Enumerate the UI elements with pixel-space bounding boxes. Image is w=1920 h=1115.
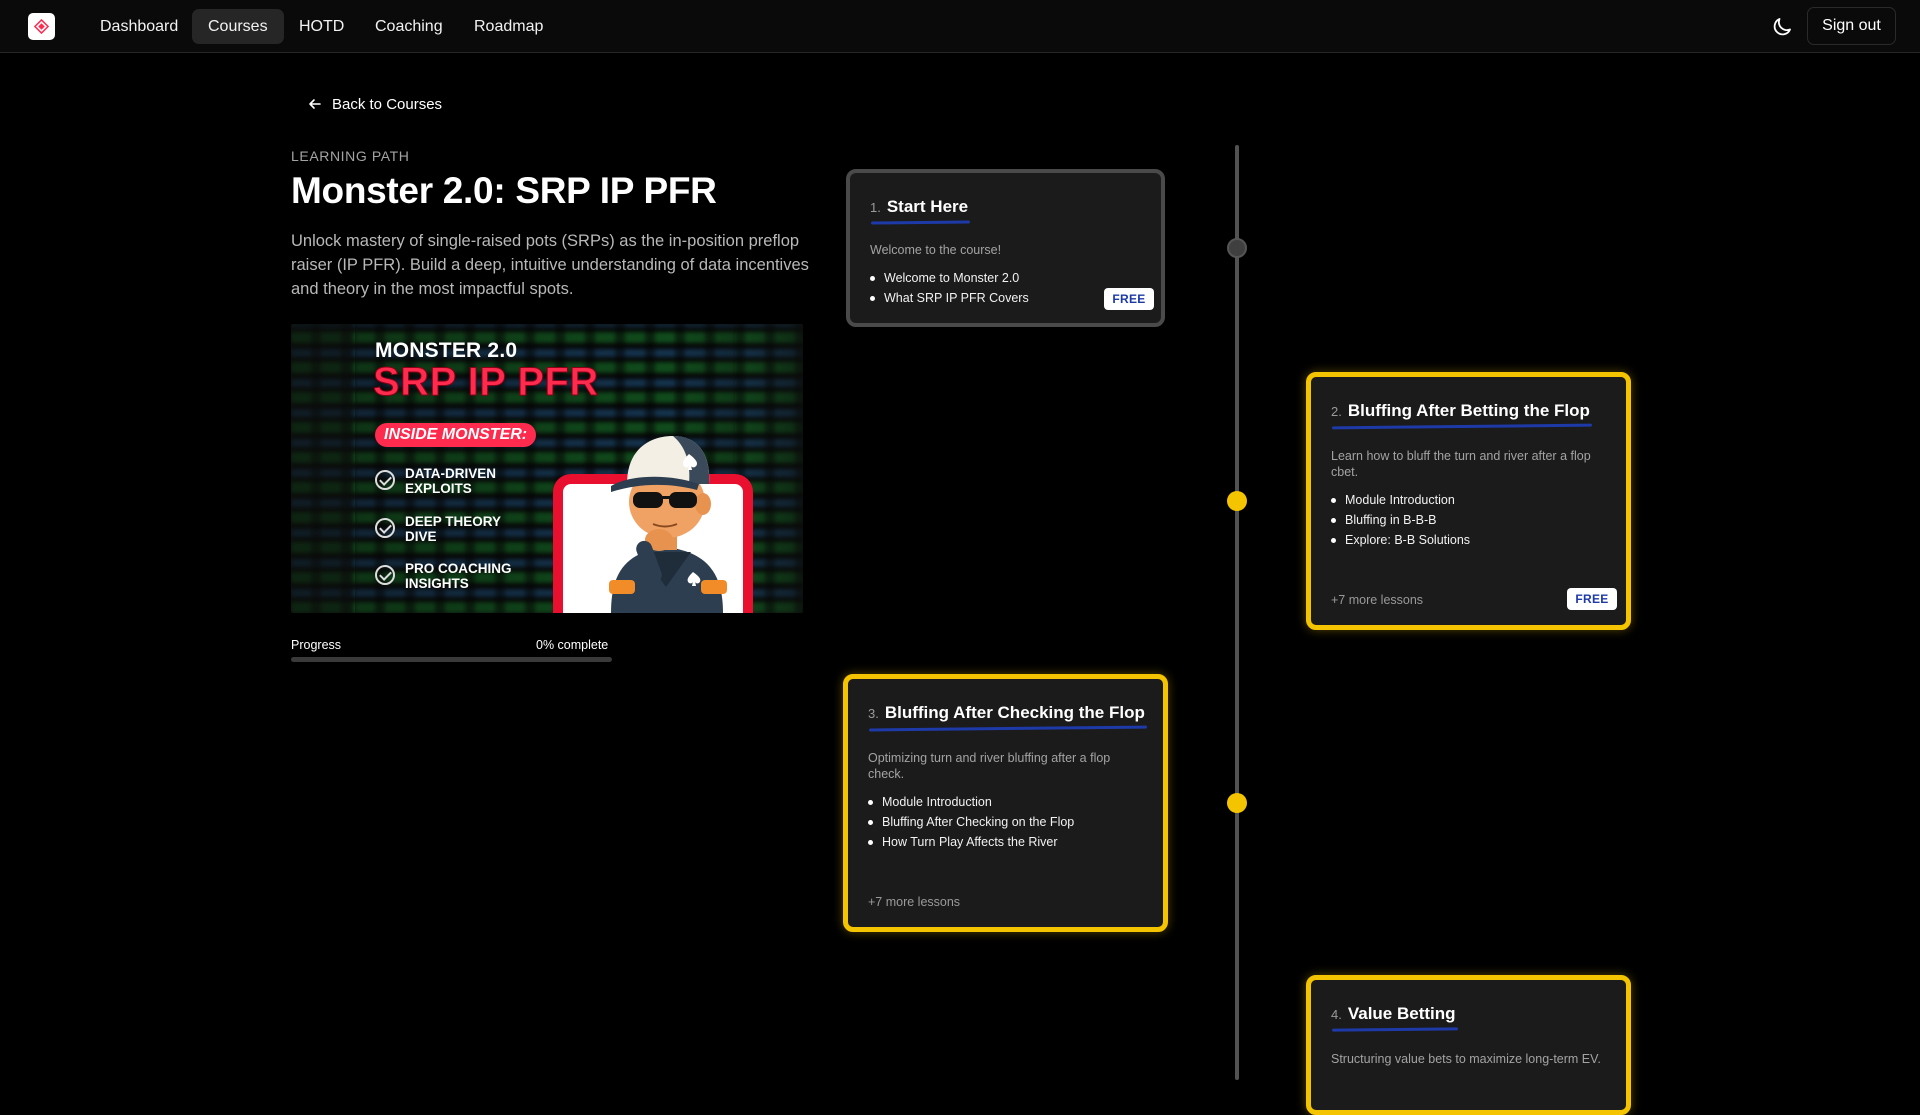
top-nav: Dashboard Courses HOTD Coaching Roadmap …	[0, 0, 1920, 53]
progress-label: Progress	[291, 638, 342, 652]
check-badge-icon	[375, 470, 395, 490]
module-description: Structuring value bets to maximize long-…	[1331, 1052, 1601, 1066]
back-label: Back to Courses	[332, 95, 443, 113]
lesson-item[interactable]: Welcome to Monster 2.0	[870, 268, 1029, 288]
check-badge-icon	[375, 518, 395, 538]
app-logo[interactable]	[28, 13, 55, 40]
lesson-item[interactable]: Module Introduction	[868, 792, 1074, 812]
module-card-start-here[interactable]: 1. Start Here Welcome to the course! Wel…	[846, 169, 1165, 327]
mascot-illustration	[609, 436, 727, 613]
module-description: Welcome to the course!	[870, 243, 1002, 257]
module-title: Value Betting	[1347, 1004, 1456, 1023]
moon-icon	[1773, 18, 1791, 36]
module-card-bluffing-after-checking[interactable]: 3. Bluffing After Checking the Flop Opti…	[843, 674, 1168, 932]
timeline-node	[1227, 491, 1247, 511]
back-to-courses-link[interactable]: Back to Courses	[308, 94, 442, 114]
arrow-left-icon	[309, 99, 321, 109]
sign-out-button[interactable]: Sign out	[1807, 7, 1896, 45]
free-badge: FREE	[1104, 288, 1154, 310]
learning-path-eyebrow: LEARNING PATH	[291, 148, 410, 164]
lesson-item[interactable]: What SRP IP PFR Covers	[870, 288, 1029, 308]
lesson-item[interactable]: Bluffing After Checking on the Flop	[868, 812, 1074, 832]
check-badge-icon	[375, 565, 395, 585]
lesson-item[interactable]: Module Introduction	[1331, 490, 1470, 510]
logo-icon	[34, 19, 49, 34]
nav-courses[interactable]: Courses	[192, 9, 284, 44]
nav-coaching[interactable]: Coaching	[359, 9, 459, 44]
lesson-item[interactable]: Explore: B-B Solutions	[1331, 530, 1470, 550]
module-card-value-betting[interactable]: 4. Value Betting Structuring value bets …	[1306, 975, 1631, 1115]
module-lessons: Module Introduction Bluffing in B-B-B Ex…	[1331, 490, 1470, 550]
nav-hotd[interactable]: HOTD	[283, 9, 360, 44]
hero-feature: DEEP THEORY DIVE	[375, 514, 525, 544]
module-number: 3.	[868, 706, 879, 721]
module-title: Bluffing After Checking the Flop	[884, 703, 1145, 722]
module-card-bluffing-after-betting[interactable]: 2. Bluffing After Betting the Flop Learn…	[1306, 372, 1631, 630]
hero-feature: DATA-DRIVEN EXPLOITS	[375, 466, 525, 496]
nav-dashboard[interactable]: Dashboard	[84, 9, 194, 44]
theme-toggle-button[interactable]	[1770, 15, 1794, 39]
module-lessons: Module Introduction Bluffing After Check…	[868, 792, 1074, 852]
timeline-spine	[1235, 145, 1239, 1080]
course-hero-image: MONSTER 2.0 SRP IP PFR INSIDE MONSTER: D…	[291, 324, 803, 613]
module-number: 2.	[1331, 404, 1342, 419]
hero-feature: PRO COACHING INSIGHTS	[375, 561, 525, 591]
progress-percent: 0% complete	[536, 638, 609, 652]
timeline-node	[1227, 238, 1247, 258]
free-badge: FREE	[1567, 588, 1617, 610]
hero-pill: INSIDE MONSTER:	[375, 423, 537, 447]
more-lessons-link[interactable]: +7 more lessons	[868, 895, 960, 909]
module-title: Start Here	[886, 197, 969, 216]
nav-roadmap[interactable]: Roadmap	[458, 9, 559, 44]
lesson-item[interactable]: Bluffing in B-B-B	[1331, 510, 1470, 530]
module-description: Learn how to bluff the turn and river af…	[1331, 449, 1591, 479]
lesson-item[interactable]: How Turn Play Affects the River	[868, 832, 1074, 852]
module-description: Optimizing turn and river bluffing after…	[868, 751, 1111, 781]
course-description: Unlock mastery of single-raised pots (SR…	[291, 232, 809, 298]
module-number: 1.	[870, 200, 881, 215]
page-title: Monster 2.0: SRP IP PFR	[291, 170, 717, 211]
more-lessons-link[interactable]: +7 more lessons	[1331, 593, 1423, 607]
progress-bar	[291, 657, 612, 662]
timeline-node	[1227, 793, 1247, 813]
module-title: Bluffing After Betting the Flop	[1347, 401, 1590, 420]
module-lessons: Welcome to Monster 2.0 What SRP IP PFR C…	[870, 268, 1029, 308]
hero-title: SRP IP PFR	[373, 360, 599, 405]
module-number: 4.	[1331, 1007, 1342, 1022]
